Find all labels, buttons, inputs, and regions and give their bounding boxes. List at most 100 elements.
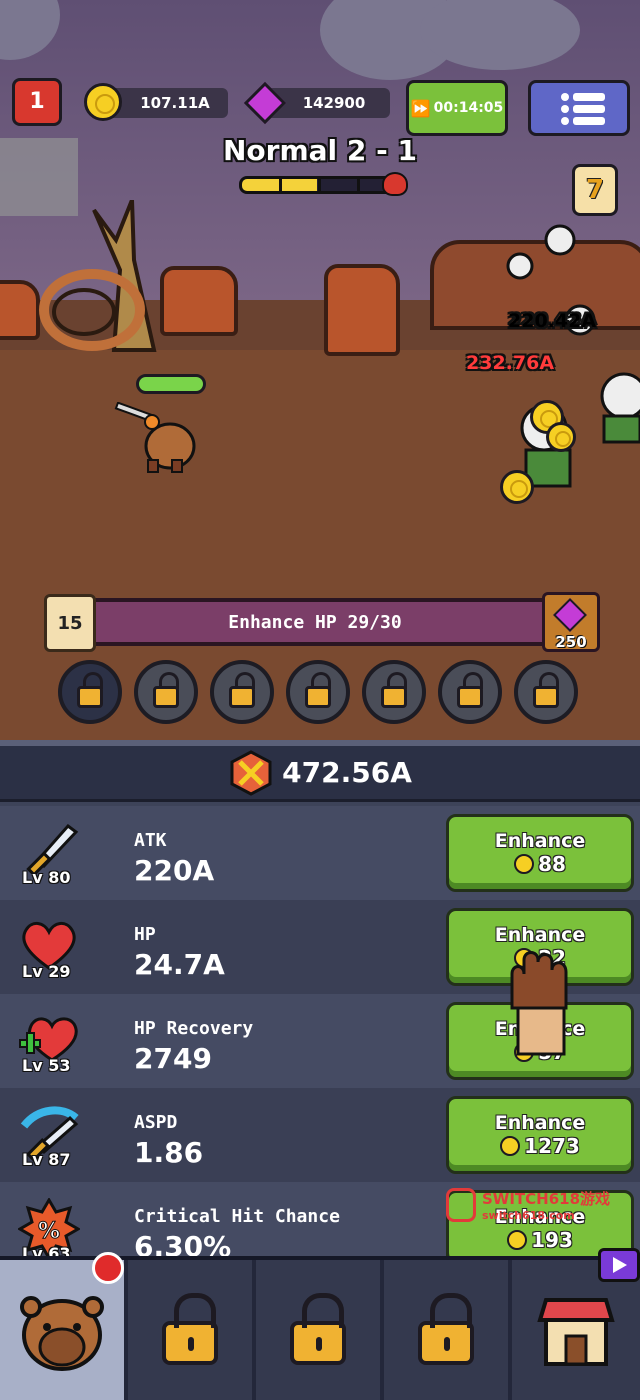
progress-divider (318, 179, 321, 191)
nav-tab-locked-1[interactable] (128, 1260, 252, 1400)
gold-coin-icon (507, 1230, 528, 1250)
combat-power-value: 472.56A (282, 756, 412, 789)
lock-icon (381, 672, 407, 708)
play-icon (613, 1257, 627, 1273)
stat-value: 1.86 (134, 1136, 204, 1169)
stage-progress-bar (239, 176, 395, 194)
stat-name: Critical Hit Chance (134, 1206, 340, 1227)
stat-row-atk: Lv 80 ATK 220A Enhance 88 (0, 806, 640, 900)
stat-level: Lv 87 (22, 1150, 71, 1169)
calendar-day-text: 7 (585, 175, 605, 205)
timer-text: 00:14:05 (433, 100, 504, 116)
lock-icon (457, 672, 483, 708)
nav-tab-locked-2[interactable] (256, 1260, 380, 1400)
bottom-nav (0, 1248, 640, 1400)
notification-badge (92, 1252, 124, 1284)
lock-icon (153, 672, 179, 708)
quest-number: 15 (57, 612, 83, 634)
battle-scene: 1 107.11A 142900 ⏩ 00:14:05 7 Normal 2 -… (0, 0, 640, 740)
switch-logo-icon (446, 1188, 476, 1222)
combat-power-icon (230, 749, 272, 796)
watermark-subtext: switch618.com (482, 1209, 575, 1222)
enhance-aspd-button[interactable]: Enhance 1273 (446, 1096, 634, 1174)
quest-scroll-icon: 15 (44, 594, 96, 652)
lock-icon (305, 672, 331, 708)
stat-value: 24.7A (134, 948, 225, 981)
enhance-cost-value: 1273 (524, 1134, 580, 1158)
enhance-label: Enhance (494, 830, 586, 852)
skill-portrait-icon[interactable] (0, 138, 78, 216)
quest-label: Enhance HP 29/30 (228, 611, 402, 633)
gold-coin-icon (500, 1136, 521, 1156)
quest-banner[interactable]: Enhance HP 29/30 (70, 598, 560, 646)
fast-forward-icon: ⏩ (410, 98, 431, 118)
enhance-label: Enhance (494, 1112, 586, 1134)
enhance-cost-value: 88 (538, 852, 566, 876)
progress-divider (357, 179, 360, 191)
enhance-cost: 193 (507, 1228, 573, 1252)
dead-tree-icon (39, 200, 157, 352)
skill-slot-2[interactable] (134, 660, 198, 724)
watermark-text: SWITCH618游戏 (482, 1190, 611, 1208)
skill-slot-5[interactable] (362, 660, 426, 724)
lock-icon (77, 672, 103, 708)
stat-value: 220A (134, 854, 215, 887)
menu-list-icon (561, 93, 605, 125)
player-level-text: 1 (29, 89, 45, 114)
quest-reward[interactable]: 250 (542, 592, 600, 652)
menu-button[interactable] (528, 80, 630, 136)
skill-slot-1[interactable] (58, 660, 122, 724)
skill-slot-7[interactable] (514, 660, 578, 724)
nav-tab-locked-3[interactable] (384, 1260, 508, 1400)
damage-number: 220.42A (508, 310, 597, 332)
enhance-cost: 88 (514, 852, 566, 876)
enhance-atk-button[interactable]: Enhance 88 (446, 814, 634, 892)
stat-level: Lv 29 (22, 962, 71, 981)
gold-coin-icon (84, 83, 122, 121)
play-ad-button[interactable] (598, 1248, 640, 1282)
lock-icon (533, 672, 559, 708)
capybara-hero-icon (114, 402, 196, 473)
combat-power-bar: 472.56A (0, 740, 640, 802)
gem-icon (553, 598, 587, 632)
svg-text:%: % (38, 1219, 60, 1244)
skill-slot-3[interactable] (210, 660, 274, 724)
stat-name: HP Recovery (134, 1018, 254, 1039)
fast-forward-timer-button[interactable]: ⏩ 00:14:05 (406, 80, 508, 136)
lock-icon (229, 672, 255, 708)
lock-icon (162, 1293, 218, 1365)
stat-name: HP (134, 924, 156, 945)
skill-slot-6[interactable] (438, 660, 502, 724)
stat-level: Lv 80 (22, 868, 71, 887)
stat-value: 2749 (134, 1042, 212, 1075)
rock (324, 264, 400, 356)
shop-icon (537, 1298, 615, 1366)
player-level-badge[interactable]: 1 (12, 78, 62, 126)
stat-row-aspd: Lv 87 ASPD 1.86 Enhance 1273 (0, 1088, 640, 1182)
enhance-cost-value: 193 (531, 1228, 573, 1252)
stat-name: ASPD (134, 1112, 178, 1133)
gem-amount: 142900 (302, 94, 366, 112)
nav-tab-character[interactable] (0, 1252, 124, 1400)
gold-coin-icon (514, 854, 535, 874)
lock-icon (418, 1293, 474, 1365)
stage-title: Normal 2 - 1 (223, 134, 417, 167)
progress-divider (279, 179, 282, 191)
hero-health-bar (136, 374, 206, 394)
dropped-coin-icon (500, 470, 534, 504)
capybara-face-icon (20, 1296, 104, 1371)
gold-amount: 107.11A (140, 94, 210, 112)
calendar-button[interactable]: 7 (572, 164, 618, 216)
damage-number-critical: 232.76A (466, 352, 555, 374)
stat-level: Lv 53 (22, 1056, 71, 1075)
watermark: SWITCH618游戏 switch618.com (446, 1188, 610, 1222)
skill-slot-4[interactable] (286, 660, 350, 724)
lock-icon (290, 1293, 346, 1365)
dropped-coin-icon (546, 422, 576, 452)
stat-name: ATK (134, 830, 167, 851)
boss-skull-icon (382, 172, 408, 196)
enhance-cost: 1273 (500, 1134, 580, 1158)
quest-reward-amount: 250 (555, 633, 587, 651)
tutorial-hand-icon (510, 951, 568, 1056)
enhance-label: Enhance (494, 924, 586, 946)
